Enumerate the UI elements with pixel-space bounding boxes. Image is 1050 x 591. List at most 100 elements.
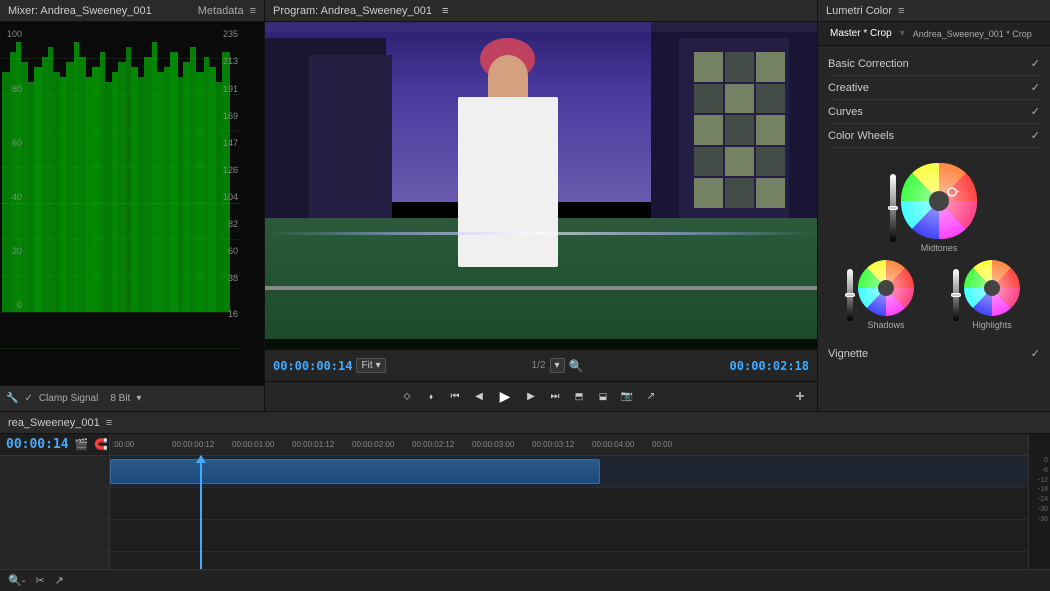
timeline-menu-icon[interactable]: ≡	[106, 417, 112, 429]
wrench-icon[interactable]: 🔧	[6, 393, 18, 404]
basic-correction-section[interactable]: Basic Correction ✓	[828, 52, 1040, 76]
timeline-header: rea_Sweeney_001 ≡	[0, 412, 1050, 434]
svg-text:213: 213	[223, 56, 238, 66]
creative-section[interactable]: Creative ✓	[828, 76, 1040, 100]
program-title: Program: Andrea_Sweeney_001	[273, 5, 432, 17]
waveform-panel: Mixer: Andrea_Sweeney_001 Metadata ≡	[0, 0, 265, 411]
add-button[interactable]: +	[791, 388, 809, 406]
transport-bar: ⬦ ⬧ ⏮ ◀ ▶ ▶ ⏭ ⬒ ⬓ 📷 ↗ +	[265, 381, 817, 411]
go-to-out-btn[interactable]: ⏭	[546, 388, 564, 406]
midtones-slider-thumb[interactable]	[888, 206, 898, 210]
clamp-label: Clamp Signal	[39, 393, 98, 404]
waveform-svg: 235 213 191 169 147 126 104 82 60 38 16 …	[0, 22, 264, 385]
midtones-wheel[interactable]: +	[900, 162, 978, 240]
clamp-checkbox[interactable]: ✓	[24, 393, 32, 404]
metadata-link[interactable]: Metadata	[198, 5, 244, 17]
overwrite-btn[interactable]: ⬓	[594, 388, 612, 406]
zoom-out-icon[interactable]: 🔍-	[6, 573, 27, 588]
audio-track-3	[110, 552, 1028, 569]
shadows-container: Shadows	[857, 259, 915, 330]
audio-meter: 0 -6 -12 -18 -24 -30 -36	[1028, 434, 1050, 569]
fence	[265, 286, 817, 290]
building-left2	[309, 55, 392, 235]
midtones-wheel-svg: +	[900, 162, 978, 240]
timeline-panel-title: rea_Sweeney_001	[8, 417, 100, 429]
timeline-snap-icon[interactable]: 🧲	[94, 438, 108, 451]
video-clip-1[interactable]	[110, 459, 600, 484]
waveform-title: Mixer: Andrea_Sweeney_001	[8, 5, 152, 17]
track-label-1	[0, 456, 109, 488]
step-forward-btn[interactable]: ▶	[522, 388, 540, 406]
curves-check: ✓	[1031, 105, 1040, 118]
ruler-mark-1: 00:00:00:12	[172, 440, 232, 449]
track-label-2	[0, 488, 109, 520]
timeline-ruler: :00:00 00:00:00:12 00:00:01:00 00:00:01:…	[110, 434, 1028, 456]
meter-0: 0	[1044, 456, 1048, 466]
vignette-section[interactable]: Vignette ✓	[828, 342, 1040, 365]
figure	[458, 55, 557, 268]
export-frame-btn[interactable]: 📷	[618, 388, 636, 406]
shadows-slider[interactable]	[847, 269, 853, 321]
timeline-inner: 00:00:14 🎬 🧲 🔍 :00:00 00:00:00:12 00:00:…	[0, 434, 1050, 569]
highlights-slider-thumb[interactable]	[951, 293, 961, 297]
svg-text:104: 104	[223, 192, 238, 202]
playhead[interactable]	[200, 456, 202, 569]
track-label-3	[0, 520, 109, 552]
letterbox-top	[265, 22, 817, 32]
waveform-header-icons: Metadata ≡	[198, 5, 256, 17]
go-to-in-btn[interactable]: ⏮	[446, 388, 464, 406]
highlights-wheel-svg	[963, 259, 1021, 317]
fit-dropdown[interactable]: Fit ▾	[356, 358, 385, 373]
lumetri-content: Basic Correction ✓ Creative ✓ Curves ✓ C…	[818, 46, 1050, 411]
highlights-with-slider: Highlights	[953, 259, 1021, 330]
waveform-header: Mixer: Andrea_Sweeney_001 Metadata ≡	[0, 0, 264, 22]
highlights-wheel[interactable]	[963, 259, 1021, 317]
letterbox-bottom	[265, 339, 817, 349]
meter-30: -30	[1038, 505, 1048, 515]
insert-btn[interactable]: ⬒	[570, 388, 588, 406]
ratio-dropdown[interactable]: ▾	[550, 358, 565, 373]
meter-18: -18	[1038, 485, 1048, 495]
midtones-container: + Midtones	[900, 162, 978, 253]
svg-text:38: 38	[228, 273, 238, 283]
fit-chevron: ▾	[376, 360, 381, 371]
video-preview	[265, 22, 817, 349]
timeline-track-labels: 00:00:14 🎬 🧲 🔍	[0, 434, 110, 569]
curves-section[interactable]: Curves ✓	[828, 100, 1040, 124]
search-icon[interactable]: 🔍	[569, 359, 584, 373]
program-menu-icon[interactable]: ≡	[442, 5, 448, 17]
light-bar	[265, 232, 817, 235]
midtones-label: Midtones	[921, 243, 958, 253]
step-back-btn[interactable]: ◀	[470, 388, 488, 406]
shadows-slider-thumb[interactable]	[845, 293, 855, 297]
mark-in-btn[interactable]: ⬦	[398, 388, 416, 406]
lumetri-title: Lumetri Color	[826, 5, 892, 17]
lumetri-menu-icon[interactable]: ≡	[898, 5, 904, 17]
lumetri-tab-clip[interactable]: Andrea_Sweeney_001 * Crop	[909, 27, 1036, 41]
meter-6: -6	[1042, 466, 1048, 476]
bit-dropdown-icon[interactable]: ▾	[136, 393, 141, 404]
program-monitor: Program: Andrea_Sweeney_001 ≡	[265, 0, 818, 411]
timeline-tool-2[interactable]: ↗	[53, 573, 66, 588]
color-wheels-visual: + Midtones	[828, 148, 1040, 342]
track-label-4	[0, 552, 109, 569]
audio-track-1	[110, 488, 1028, 520]
video-scene	[265, 22, 817, 349]
svg-text:191: 191	[223, 84, 238, 94]
midtones-slider[interactable]	[890, 174, 896, 242]
lumetri-tab-master[interactable]: Master * Crop	[826, 26, 896, 41]
highlights-slider[interactable]	[953, 269, 959, 321]
timeline-tool-1[interactable]: ✂	[33, 573, 46, 588]
export-btn[interactable]: ↗	[642, 388, 660, 406]
meter-36: -36	[1038, 515, 1048, 525]
highlights-label: Highlights	[972, 320, 1012, 330]
play-button[interactable]: ▶	[494, 386, 516, 408]
timeline-panel-icon[interactable]: 🎬	[75, 438, 89, 451]
creative-label: Creative	[828, 82, 869, 94]
panel-menu-icon[interactable]: ≡	[250, 5, 256, 17]
mark-out-btn[interactable]: ⬧	[422, 388, 440, 406]
basic-correction-label: Basic Correction	[828, 58, 909, 70]
ruler-mark-3: 00:00:01:12	[292, 440, 352, 449]
shadows-wheel[interactable]	[857, 259, 915, 317]
color-wheels-section-header[interactable]: Color Wheels ✓	[828, 124, 1040, 148]
